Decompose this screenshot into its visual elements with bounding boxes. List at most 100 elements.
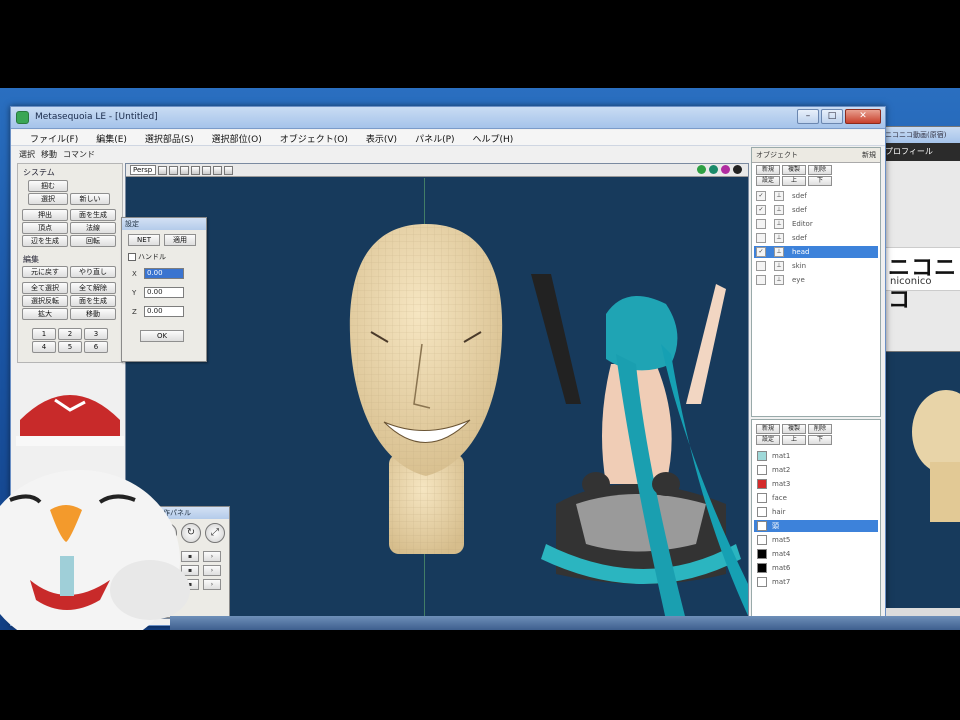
mat-delete-button[interactable]: 削除 — [808, 424, 832, 434]
object-row[interactable]: ⊥ Editor — [754, 218, 878, 230]
material-row[interactable]: mat3 — [754, 478, 878, 490]
obj-delete-button[interactable]: 削除 — [808, 165, 832, 175]
object-row-selected[interactable]: ✓ ⊥ head — [754, 246, 878, 258]
obj-up-button[interactable]: 上 — [782, 176, 806, 186]
face-gen-button[interactable]: 面を生成 — [70, 295, 116, 307]
object-row[interactable]: ⊥ sdef — [754, 232, 878, 244]
y-field[interactable]: 0.00 — [144, 287, 184, 298]
material-row[interactable]: mat1 — [754, 450, 878, 462]
menu-select-region[interactable]: 選択部位(O) — [203, 130, 271, 145]
object-new-tab[interactable]: 新規 — [862, 150, 876, 160]
menu-help[interactable]: ヘルプ(H) — [464, 130, 523, 145]
obj-down-button[interactable]: 下 — [808, 176, 832, 186]
create-face-button[interactable]: 面を生成 — [70, 209, 116, 221]
handle-checkbox-box[interactable] — [128, 253, 136, 261]
mat-setting-button[interactable]: 設定 — [756, 435, 780, 445]
material-row[interactable]: mat7 — [754, 576, 878, 588]
lock-toggle-icon[interactable]: ⊥ — [774, 205, 784, 215]
grab-button[interactable]: 掴む — [28, 180, 68, 192]
x-field[interactable]: 0.00 — [144, 268, 184, 279]
visibility-toggle-icon[interactable] — [756, 233, 766, 243]
deselect-all-button[interactable]: 全て解除 — [70, 282, 116, 294]
invert-selection-button[interactable]: 選択反転 — [22, 295, 68, 307]
op-button-3[interactable]: › — [203, 551, 221, 562]
mat-down-button[interactable]: 下 — [808, 435, 832, 445]
extrude-button[interactable]: 押出 — [22, 209, 68, 221]
object-row[interactable]: ⊥ skin — [754, 260, 878, 272]
material-row[interactable]: face — [754, 492, 878, 504]
menu-view[interactable]: 表示(V) — [357, 130, 406, 145]
visibility-toggle-icon[interactable] — [756, 275, 766, 285]
apply-button[interactable]: 適用 — [164, 234, 196, 246]
object-tab[interactable]: オブジェクト — [756, 150, 798, 160]
toolbar-select[interactable]: 選択 — [19, 149, 39, 160]
menu-edit[interactable]: 編集(E) — [87, 130, 136, 145]
minimize-button[interactable]: – — [797, 109, 819, 124]
lock-toggle-icon[interactable]: ⊥ — [774, 275, 784, 285]
move-button[interactable]: 移動 — [70, 308, 116, 320]
mat-new-button[interactable]: 新規 — [756, 424, 780, 434]
background-browser-window[interactable]: ニコニコ動画(原宿) プロフィール ニコニコ niconico — [878, 126, 960, 626]
obj-setting-button[interactable]: 設定 — [756, 176, 780, 186]
num-button-5[interactable]: 5 — [58, 341, 82, 353]
num-button-3[interactable]: 3 — [84, 328, 108, 340]
lock-toggle-icon[interactable]: ⊥ — [774, 219, 784, 229]
rotate-button[interactable]: 回転 — [70, 235, 116, 247]
redo-button[interactable]: やり直し — [70, 266, 116, 278]
visibility-toggle-icon[interactable]: ✓ — [756, 205, 766, 215]
num-button-1[interactable]: 1 — [32, 328, 56, 340]
lock-toggle-icon[interactable]: ⊥ — [774, 247, 784, 257]
visibility-toggle-icon[interactable] — [756, 219, 766, 229]
material-row[interactable]: mat2 — [754, 464, 878, 476]
object-panel: オブジェクト 新規 新規 複製 削除 設定 上 下 ✓ ⊥ sdef ✓ ⊥ s… — [751, 147, 881, 417]
handle-checkbox[interactable]: ハンドル — [128, 252, 166, 262]
mat-copy-button[interactable]: 複製 — [782, 424, 806, 434]
material-row[interactable]: mat5 — [754, 534, 878, 546]
net-button[interactable]: NET — [128, 234, 160, 246]
select-button[interactable]: 選択 — [28, 193, 68, 205]
head-model[interactable] — [349, 224, 503, 554]
menu-panel[interactable]: パネル(P) — [406, 130, 463, 145]
op-button-6[interactable]: › — [203, 565, 221, 576]
create-edge-button[interactable]: 辺を生成 — [22, 235, 68, 247]
scale-button[interactable]: 拡大 — [22, 308, 68, 320]
undo-button[interactable]: 元に戻す — [22, 266, 68, 278]
material-row[interactable]: mat6 — [754, 562, 878, 574]
menu-select-parts[interactable]: 選択部品(S) — [136, 130, 203, 145]
lock-toggle-icon[interactable]: ⊥ — [774, 261, 784, 271]
mat-up-button[interactable]: 上 — [782, 435, 806, 445]
close-button[interactable]: ✕ — [845, 109, 881, 124]
num-button-6[interactable]: 6 — [84, 341, 108, 353]
material-row[interactable]: mat4 — [754, 548, 878, 560]
vertex-button[interactable]: 頂点 — [22, 222, 68, 234]
toolbar-move[interactable]: 移動 — [41, 149, 61, 160]
visibility-toggle-icon[interactable] — [756, 261, 766, 271]
object-row[interactable]: ⊥ eye — [754, 274, 878, 286]
material-name: hair — [772, 508, 786, 516]
select-all-button[interactable]: 全て選択 — [22, 282, 68, 294]
toolbar-command[interactable]: コマンド — [63, 149, 99, 160]
material-row[interactable]: hair — [754, 506, 878, 518]
num-button-2[interactable]: 2 — [58, 328, 82, 340]
zoom-view-icon[interactable]: ⤢ — [205, 523, 225, 543]
object-row[interactable]: ✓ ⊥ sdef — [754, 190, 878, 202]
visibility-toggle-icon[interactable]: ✓ — [756, 191, 766, 201]
title-bar[interactable]: Metasequoia LE - [Untitled] – □ ✕ — [11, 107, 885, 129]
ok-button[interactable]: OK — [140, 330, 184, 342]
menu-object[interactable]: オブジェクト(O) — [271, 130, 357, 145]
new-button[interactable]: 新しい — [70, 193, 110, 205]
object-row[interactable]: ✓ ⊥ sdef — [754, 204, 878, 216]
visibility-toggle-icon[interactable]: ✓ — [756, 247, 766, 257]
z-field[interactable]: 0.00 — [144, 306, 184, 317]
material-row-selected[interactable]: 頭 — [754, 520, 878, 532]
browser-nav[interactable]: プロフィール — [879, 143, 960, 161]
op-button-9[interactable]: › — [203, 579, 221, 590]
obj-new-button[interactable]: 新規 — [756, 165, 780, 175]
normal-button[interactable]: 法線 — [70, 222, 116, 234]
lock-toggle-icon[interactable]: ⊥ — [774, 233, 784, 243]
menu-file[interactable]: ファイル(F) — [21, 130, 87, 145]
obj-copy-button[interactable]: 複製 — [782, 165, 806, 175]
lock-toggle-icon[interactable]: ⊥ — [774, 191, 784, 201]
num-button-4[interactable]: 4 — [32, 341, 56, 353]
maximize-button[interactable]: □ — [821, 109, 843, 124]
